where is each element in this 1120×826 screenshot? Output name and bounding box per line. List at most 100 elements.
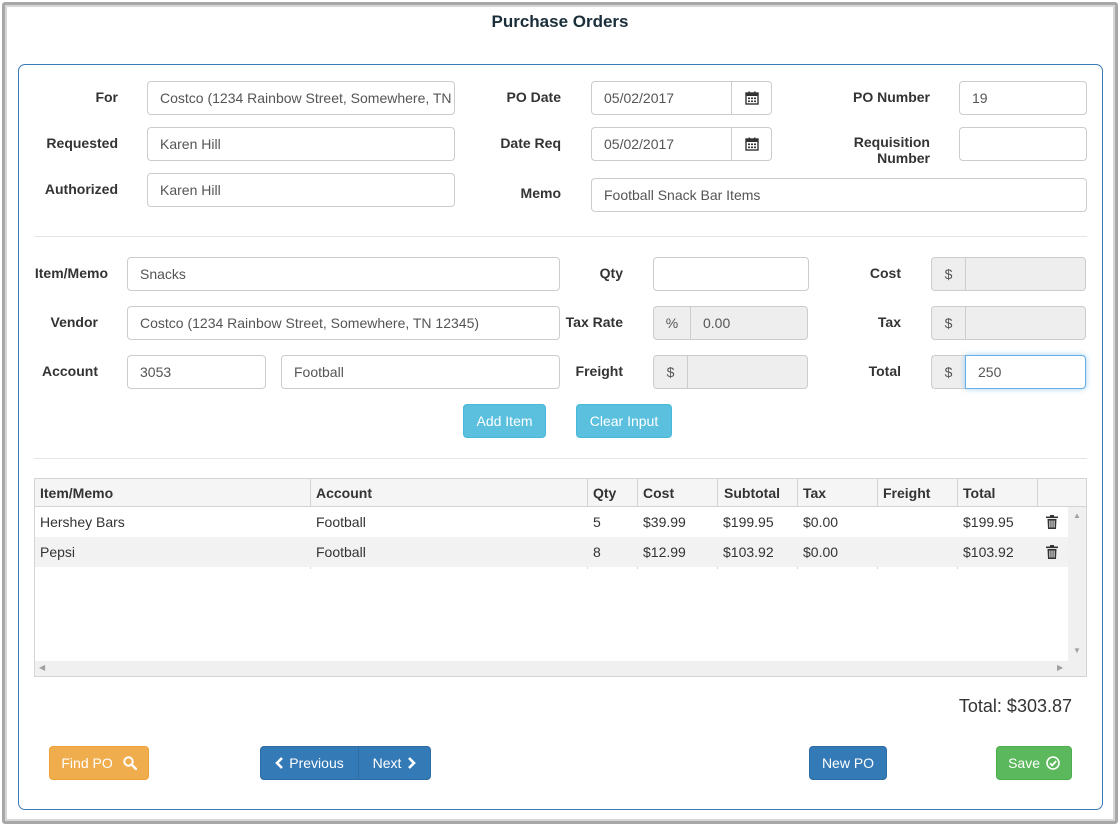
- column-header-total[interactable]: Total: [958, 479, 995, 507]
- requisition-number-field[interactable]: [959, 127, 1087, 161]
- calendar-icon: [744, 137, 759, 151]
- new-po-button[interactable]: New PO: [809, 746, 887, 780]
- table-header: Item/Memo Account Qty Cost Subtotal Tax …: [35, 479, 1086, 507]
- scroll-up-arrow-icon[interactable]: ▲: [1073, 512, 1081, 520]
- cost-label: Cost: [869, 265, 901, 281]
- memo-label: Memo: [520, 185, 561, 201]
- section-divider: [34, 458, 1087, 459]
- item-memo-field[interactable]: Snacks: [127, 257, 560, 291]
- qty-field[interactable]: [653, 257, 809, 291]
- cell-tax: $0.00: [803, 544, 839, 560]
- tax-rate-label: Tax Rate: [565, 314, 623, 330]
- table-row[interactable]: Pepsi Football 8 $12.99 $103.92 $0.00 $1…: [35, 537, 1068, 567]
- section-divider: [34, 236, 1087, 237]
- column-header-account[interactable]: Account: [311, 479, 372, 507]
- column-header-qty[interactable]: Qty: [588, 479, 616, 507]
- date-req-label: Date Req: [500, 135, 561, 151]
- requisition-number-label: Requisition Number: [809, 134, 930, 166]
- scroll-down-arrow-icon[interactable]: ▼: [1073, 647, 1081, 655]
- column-header-freight[interactable]: Freight: [878, 479, 930, 507]
- trash-icon[interactable]: [1046, 515, 1058, 529]
- account-name-field[interactable]: Football: [281, 355, 560, 389]
- dollar-addon: $: [653, 355, 687, 389]
- purchase-order-panel: For Costco (1234 Rainbow Street, Somewhe…: [18, 64, 1103, 810]
- authorized-label: Authorized: [44, 181, 118, 197]
- cell-subtotal: $103.92: [723, 544, 774, 560]
- cost-field: [965, 257, 1086, 291]
- column-divider: [1037, 479, 1038, 507]
- po-number-field[interactable]: 19: [959, 81, 1087, 115]
- account-number-field[interactable]: 3053: [127, 355, 266, 389]
- requisition-label-line1: Requisition: [853, 134, 930, 150]
- cell-cost: $12.99: [643, 544, 686, 560]
- date-req-field[interactable]: 05/02/2017: [591, 127, 732, 161]
- next-button[interactable]: Next: [358, 746, 431, 780]
- cell-account: Football: [316, 544, 366, 560]
- authorized-field[interactable]: Karen Hill: [147, 173, 455, 207]
- table-row[interactable]: Hershey Bars Football 5 $39.99 $199.95 $…: [35, 507, 1068, 537]
- vendor-field[interactable]: Costco (1234 Rainbow Street, Somewhere, …: [127, 306, 560, 340]
- cell-qty: 8: [593, 544, 601, 560]
- cell-account: Football: [316, 514, 366, 530]
- po-date-field[interactable]: 05/02/2017: [591, 81, 732, 115]
- page-title: Purchase Orders: [491, 12, 629, 31]
- clear-input-button[interactable]: Clear Input: [576, 404, 672, 438]
- find-po-label: Find PO: [61, 755, 113, 771]
- date-req-calendar-button[interactable]: [732, 127, 772, 161]
- add-item-button[interactable]: Add Item: [463, 404, 546, 438]
- cell-item-memo: Pepsi: [40, 544, 76, 560]
- cell-total: $199.95: [963, 514, 1014, 530]
- previous-label: Previous: [289, 755, 344, 771]
- cell-subtotal: $199.95: [723, 514, 774, 530]
- account-label: Account: [42, 363, 98, 379]
- check-circle-icon: [1046, 756, 1060, 770]
- column-header-subtotal[interactable]: Subtotal: [719, 479, 780, 507]
- tax-label: Tax: [877, 314, 901, 330]
- trash-icon[interactable]: [1046, 545, 1058, 559]
- previous-button[interactable]: Previous: [260, 746, 359, 780]
- scroll-left-arrow-icon[interactable]: ◀: [39, 664, 45, 672]
- save-label: Save: [1008, 755, 1041, 771]
- scroll-right-arrow-icon[interactable]: ▶: [1057, 664, 1063, 672]
- tax-rate-field: 0.00: [690, 306, 808, 340]
- find-po-button[interactable]: Find PO: [49, 746, 149, 780]
- cell-item-memo: Hershey Bars: [40, 514, 125, 530]
- calendar-icon: [744, 91, 759, 105]
- item-memo-label: Item/Memo: [34, 265, 108, 281]
- for-field[interactable]: Costco (1234 Rainbow Street, Somewhere, …: [147, 81, 455, 115]
- cell-qty: 5: [593, 514, 601, 530]
- dollar-addon: $: [931, 355, 965, 389]
- dollar-addon: $: [931, 306, 965, 340]
- requisition-label-line2: Number: [877, 150, 930, 166]
- chevron-left-icon: [275, 757, 284, 769]
- search-icon: [122, 756, 137, 771]
- freight-field: [687, 355, 808, 389]
- for-label: For: [95, 89, 118, 105]
- save-button[interactable]: Save: [996, 746, 1072, 780]
- cell-total: $103.92: [963, 544, 1014, 560]
- scrollbar-corner: [1068, 661, 1086, 676]
- items-table: Item/Memo Account Qty Cost Subtotal Tax …: [34, 478, 1087, 677]
- cell-tax: $0.00: [803, 514, 839, 530]
- qty-label: Qty: [599, 265, 623, 281]
- tax-field: [965, 306, 1086, 340]
- freight-label: Freight: [575, 363, 623, 379]
- memo-field[interactable]: Football Snack Bar Items: [591, 178, 1087, 212]
- requested-label: Requested: [46, 135, 118, 151]
- next-label: Next: [372, 755, 402, 771]
- horizontal-scrollbar[interactable]: ◀ ▶: [35, 661, 1068, 676]
- column-header-cost[interactable]: Cost: [638, 479, 674, 507]
- vertical-scrollbar[interactable]: ▲ ▼: [1068, 507, 1086, 661]
- dollar-addon: $: [931, 257, 965, 291]
- percent-addon: %: [653, 306, 690, 340]
- total-label: Total: [868, 363, 901, 379]
- total-field[interactable]: 250: [965, 355, 1086, 389]
- po-date-label: PO Date: [506, 89, 561, 105]
- requested-field[interactable]: Karen Hill: [147, 127, 455, 161]
- column-header-tax[interactable]: Tax: [798, 479, 826, 507]
- cell-cost: $39.99: [643, 514, 686, 530]
- chevron-right-icon: [408, 757, 417, 769]
- grand-total: Total: $303.87: [958, 696, 1072, 716]
- column-header-item-memo[interactable]: Item/Memo: [35, 479, 113, 507]
- po-date-calendar-button[interactable]: [732, 81, 772, 115]
